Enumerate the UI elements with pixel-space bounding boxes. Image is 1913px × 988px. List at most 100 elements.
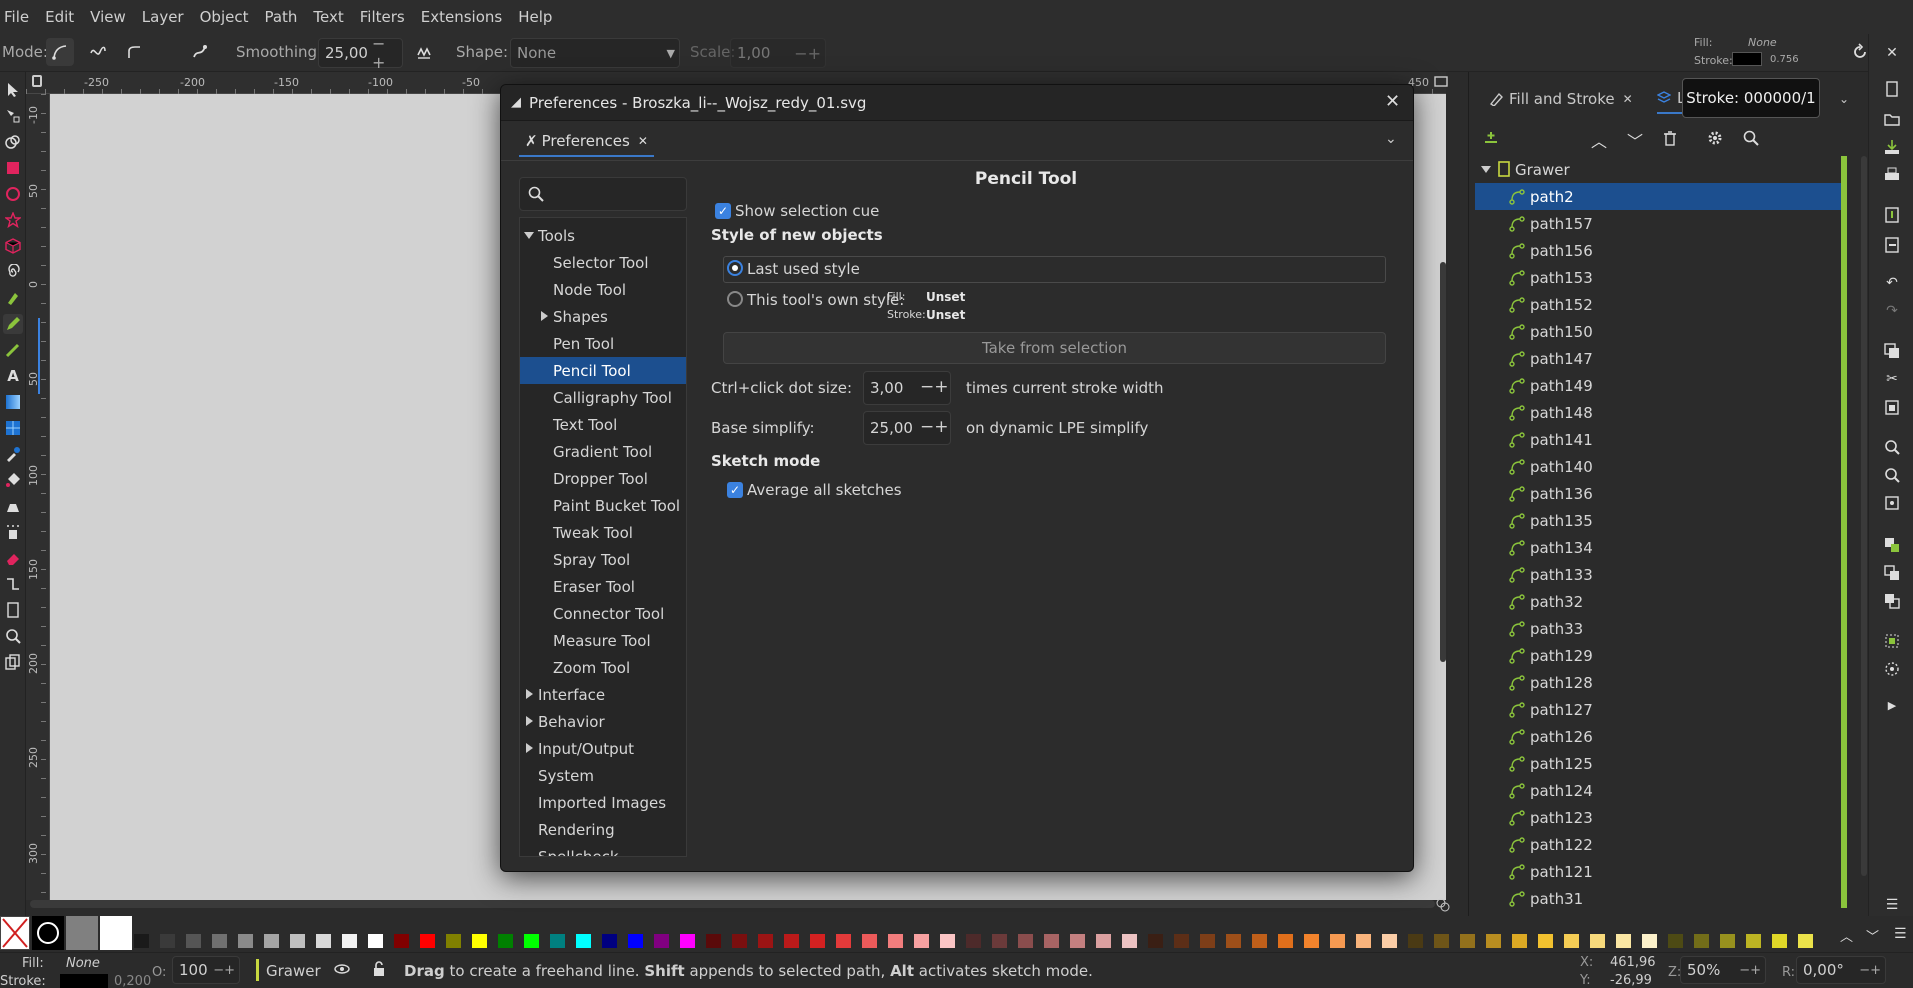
gradient-tool-button[interactable] <box>3 392 23 412</box>
cmd-more[interactable]: ▶ <box>1881 694 1903 716</box>
preferences-search-input[interactable] <box>519 177 687 211</box>
path-row[interactable]: path2 <box>1475 183 1847 210</box>
menu-text[interactable]: Text <box>305 8 351 26</box>
tab-preferences[interactable]: ✗ Preferences ✕ <box>519 127 654 157</box>
zoom-spinbox[interactable]: 50% −+ <box>1680 956 1766 984</box>
palette-swatch[interactable] <box>1642 934 1657 948</box>
palette-swatch[interactable] <box>1252 934 1267 948</box>
palette-swatch[interactable] <box>654 934 669 948</box>
base-simplify-value[interactable]: 25,00 <box>870 419 913 437</box>
zoom-stepper-icon[interactable]: −+ <box>1735 963 1765 978</box>
palette-swatch[interactable] <box>1538 934 1553 948</box>
palette-swatch[interactable] <box>238 934 253 948</box>
palette-swatch[interactable] <box>628 934 643 948</box>
palette-swatch[interactable] <box>576 934 591 948</box>
palette-swatch[interactable] <box>914 934 929 948</box>
horizontal-scrollbar[interactable] <box>30 900 1435 908</box>
white-swatch[interactable] <box>100 916 132 950</box>
zoom-value[interactable]: 50% <box>1687 961 1720 979</box>
collapsed-triangle-icon[interactable] <box>526 689 533 699</box>
collapsed-triangle-icon[interactable] <box>526 716 533 726</box>
rotation-value[interactable]: 0,00° <box>1803 961 1844 979</box>
opacity-spinbox[interactable]: 100 −+ <box>172 956 240 984</box>
shape-dropdown[interactable]: None ▼ <box>510 38 680 68</box>
tree-item[interactable]: Rendering <box>520 816 686 843</box>
palette-swatch[interactable] <box>1356 934 1371 948</box>
cmd-paste[interactable] <box>1881 396 1903 418</box>
settings-button[interactable] <box>1707 130 1723 146</box>
menu-extensions[interactable]: Extensions <box>413 8 510 26</box>
dot-size-spinbox[interactable]: 3,00 −+ <box>863 371 951 405</box>
tweak-tool-button[interactable] <box>3 496 23 516</box>
smoothing-spinbox[interactable]: 25,00 −+ <box>318 34 403 72</box>
smoothing-stepper-icon[interactable]: −+ <box>368 34 402 72</box>
tree-item[interactable]: Shapes <box>520 303 686 330</box>
tree-item[interactable]: Behavior <box>520 708 686 735</box>
tree-item[interactable]: Interface <box>520 681 686 708</box>
menu-file[interactable]: File <box>0 8 37 26</box>
cmd-redo[interactable]: ↷ <box>1881 300 1903 322</box>
path-row[interactable]: path127 <box>1475 696 1847 723</box>
path-row[interactable]: path136 <box>1475 480 1847 507</box>
base-simplify-spinbox[interactable]: 25,00 −+ <box>863 411 951 445</box>
path-row[interactable]: path135 <box>1475 507 1847 534</box>
palette-swatch[interactable] <box>498 934 513 948</box>
menu-layer[interactable]: Layer <box>134 8 192 26</box>
palette-swatch[interactable] <box>680 934 695 948</box>
tree-item[interactable]: Connector Tool <box>520 600 686 627</box>
cmd-group[interactable] <box>1881 630 1903 652</box>
palette-swatch[interactable] <box>862 934 877 948</box>
mode-bezier-button[interactable] <box>46 38 74 66</box>
pencil-tool-button[interactable] <box>3 314 23 334</box>
eraser-tool-button[interactable] <box>3 548 23 568</box>
palette-swatch[interactable] <box>758 934 773 948</box>
collapsed-triangle-icon[interactable] <box>541 311 548 321</box>
menu-view[interactable]: View <box>82 8 134 26</box>
opacity-value[interactable]: 100 <box>179 961 208 979</box>
raise-button[interactable]: ︿ <box>1591 128 1607 152</box>
chevron-down-icon[interactable]: ⌄ <box>1385 131 1397 147</box>
path-row[interactable]: path140 <box>1475 453 1847 480</box>
chevron-down-icon[interactable]: ⌄ <box>1839 92 1849 106</box>
tree-item[interactable]: Dropper Tool <box>520 465 686 492</box>
palette-swatch[interactable] <box>472 934 487 948</box>
status-stroke-swatch[interactable] <box>60 974 108 988</box>
vertical-ruler[interactable]: -10 50 0 50 100 150 200 250 300 <box>26 94 50 900</box>
star-tool-button[interactable] <box>3 210 23 230</box>
palette-swatch[interactable] <box>342 934 357 948</box>
tree-item[interactable]: Calligraphy Tool <box>520 384 686 411</box>
palette-swatch[interactable] <box>1278 934 1293 948</box>
palette-swatch[interactable] <box>212 934 227 948</box>
menu-path[interactable]: Path <box>256 8 305 26</box>
layers-scrollbar[interactable] <box>1861 156 1867 876</box>
palette-swatch[interactable] <box>1018 934 1033 948</box>
path-row[interactable]: path153 <box>1475 264 1847 291</box>
layer-lock-button[interactable] <box>372 961 386 977</box>
menu-help[interactable]: Help <box>510 8 560 26</box>
palette-swatch[interactable] <box>732 934 747 948</box>
palette-swatch[interactable] <box>966 934 981 948</box>
palette-swatch[interactable] <box>1460 934 1475 948</box>
tree-item[interactable]: Pen Tool <box>520 330 686 357</box>
path-row[interactable]: path123 <box>1475 804 1847 831</box>
cmd-export[interactable] <box>1881 234 1903 256</box>
expanded-triangle-icon[interactable] <box>1481 166 1491 173</box>
cmd-close-dock[interactable]: ✕ <box>1881 42 1903 64</box>
palette-swatch[interactable] <box>602 934 617 948</box>
path-row[interactable]: path134 <box>1475 534 1847 561</box>
lpe-simplify-button[interactable] <box>410 38 438 66</box>
pen-tool-button[interactable] <box>3 288 23 308</box>
rotation-spinbox[interactable]: 0,00° −+ <box>1796 956 1886 984</box>
palette-swatch[interactable] <box>134 934 149 948</box>
tree-item[interactable]: Pencil Tool <box>520 357 686 384</box>
cmd-print[interactable] <box>1881 164 1903 186</box>
palette-swatch[interactable] <box>1304 934 1319 948</box>
pages-tool-button[interactable] <box>3 600 23 620</box>
tree-item[interactable]: Eraser Tool <box>520 573 686 600</box>
path-row[interactable]: path150 <box>1475 318 1847 345</box>
menu-edit[interactable]: Edit <box>37 8 82 26</box>
tree-item[interactable]: Measure Tool <box>520 627 686 654</box>
palette-swatch[interactable] <box>420 934 435 948</box>
path-row[interactable]: path149 <box>1475 372 1847 399</box>
cmd-open[interactable] <box>1881 108 1903 130</box>
